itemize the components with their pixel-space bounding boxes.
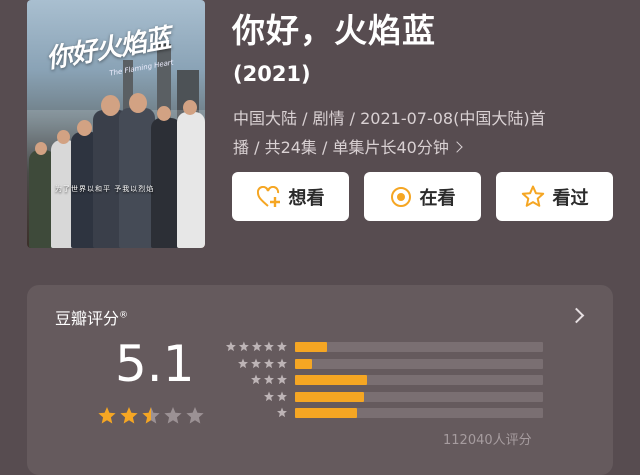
star-outline-icon: [521, 185, 545, 208]
distribution-bar-5: [295, 342, 328, 352]
rating-title: 豆瓣评分: [55, 309, 120, 328]
distribution-track: [295, 358, 543, 369]
poster-face: [101, 95, 120, 116]
poster-person: [177, 112, 205, 248]
rating-title-wrap: 豆瓣评分®: [55, 305, 128, 329]
rating-card[interactable]: 豆瓣评分® 5.1 112040人评分: [27, 285, 613, 475]
distribution-row-5: [224, 341, 543, 352]
watching-button[interactable]: 在看: [364, 172, 481, 221]
chevron-right-icon[interactable]: [568, 307, 585, 324]
poster-person: [119, 108, 155, 248]
release-year: (2021): [233, 62, 311, 86]
movie-info[interactable]: 中国大陆 / 剧情 / 2021-07-08(中国大陆)首 播 / 共24集 /…: [233, 104, 613, 162]
mini-stars-4: [224, 358, 288, 369]
star-half-icon: [141, 406, 163, 429]
poster-tagline: 为了世界以和平 予我以烈焰: [55, 185, 155, 193]
distribution-bar-4: [295, 358, 313, 369]
mini-stars-3: [224, 374, 288, 385]
info-line-2-wrap: 播 / 共24集 / 单集片长40分钟: [233, 133, 613, 162]
target-icon: [390, 186, 412, 208]
mini-stars-1: [224, 407, 288, 418]
poster-face: [183, 100, 197, 115]
mini-stars-2: [224, 391, 288, 402]
star-filled-icon: [97, 406, 119, 429]
distribution-track: [295, 391, 543, 402]
want-to-watch-label: 想看: [288, 187, 325, 209]
watched-label: 看过: [552, 187, 589, 209]
poster-face: [129, 93, 147, 113]
poster-image[interactable]: 你好火焰蓝 The Flaming Heart 为了世界以和平 予我以烈焰: [27, 0, 205, 248]
rating-score: 5.1: [115, 335, 195, 393]
chevron-right-icon: [451, 141, 463, 153]
distribution-bar-3: [295, 375, 367, 385]
poster-face: [35, 142, 47, 155]
distribution-bar-1: [295, 408, 357, 418]
info-line-1: 中国大陆 / 剧情 / 2021-07-08(中国大陆)首: [233, 109, 546, 128]
poster-face: [157, 106, 171, 121]
poster-face: [77, 120, 92, 136]
page-title: 你好，火焰蓝: [232, 11, 436, 50]
distribution-row-2: [224, 391, 543, 402]
watching-label: 在看: [419, 187, 456, 209]
distribution-row-1: [224, 407, 543, 418]
distribution-track: [295, 408, 543, 418]
registered-mark: ®: [119, 310, 129, 321]
distribution-row-4: [224, 358, 543, 369]
watched-button[interactable]: 看过: [496, 172, 613, 221]
want-to-watch-button[interactable]: 想看: [232, 172, 349, 221]
distribution-track: [295, 375, 543, 385]
rating-stars: [97, 406, 207, 429]
star-empty-icon: [185, 406, 207, 429]
star-empty-icon: [163, 406, 185, 429]
distribution-bar-2: [295, 391, 365, 402]
mini-stars-5: [224, 341, 288, 352]
poster-title: 你好火焰蓝: [43, 23, 173, 75]
info-line-2: 播 / 共24集 / 单集片长40分钟: [233, 138, 449, 157]
heart-plus-icon: [256, 185, 281, 208]
distribution-track: [295, 342, 543, 352]
star-filled-icon: [119, 406, 141, 429]
rating-count: 112040人评分: [443, 433, 532, 448]
distribution-row-3: [224, 374, 543, 385]
poster-face: [57, 130, 70, 144]
